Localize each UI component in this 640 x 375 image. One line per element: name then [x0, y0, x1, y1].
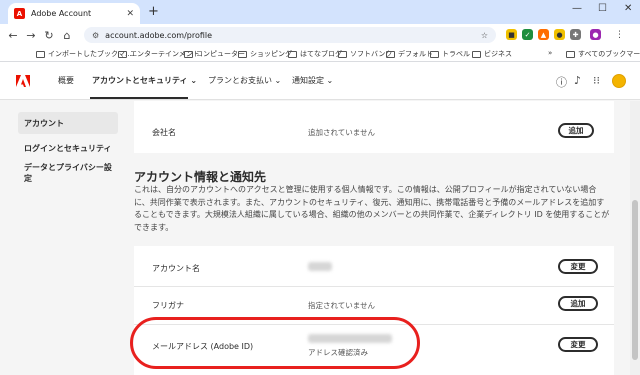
sidebar-item-login-security[interactable]: ログインとセキュリティ: [18, 137, 118, 159]
tab-close-icon[interactable]: ✕: [126, 9, 134, 19]
section-description: これは、自分のアカウントへのアクセスと管理に使用する個人情報です。この情報は、公…: [134, 185, 610, 232]
reload-icon[interactable]: ↻: [40, 29, 58, 42]
extension-3-icon[interactable]: ▲: [538, 29, 549, 40]
bookmarks-overflow[interactable]: »: [548, 49, 552, 57]
home-icon[interactable]: ⌂: [58, 29, 76, 42]
notification-bell-icon[interactable]: ♪: [574, 74, 581, 87]
new-tab-button[interactable]: +: [148, 4, 159, 19]
help-icon[interactable]: ⓘ: [556, 74, 567, 90]
sidebar-item-account[interactable]: アカウント: [18, 112, 118, 134]
nav-notifications-label: 通知設定: [292, 76, 324, 85]
bookmark-folder[interactable]: コンピューター: [184, 49, 245, 59]
furigana-value: 指定されていません: [308, 301, 376, 310]
bookmark-folder[interactable]: ソフトバンク: [338, 49, 392, 59]
red-highlight-annotation: [130, 317, 420, 369]
nav-plans-label: プランとお支払い: [208, 76, 272, 85]
bookmark-folder[interactable]: トラベル: [430, 49, 470, 59]
furigana-label: フリガナ: [152, 301, 184, 310]
active-nav-indicator: [90, 97, 188, 99]
maximize-icon[interactable]: ☐: [598, 3, 607, 14]
adobe-header: 概要 アカウントとセキュリティ ⌄ プランとお支払い ⌄ 通知設定 ⌄ ⓘ ♪ …: [0, 62, 640, 100]
folder-icon: [36, 50, 45, 58]
bookmark-folder[interactable]: ショッピング: [238, 49, 292, 59]
browser-menu-icon[interactable]: ⋮: [614, 29, 625, 40]
extension-4-icon[interactable]: ●: [554, 29, 565, 40]
account-name-redacted: [308, 262, 332, 271]
row-divider: [134, 286, 614, 287]
nav-overview[interactable]: 概要: [58, 75, 74, 86]
bookmark-folder[interactable]: はてなブログ: [288, 49, 342, 59]
folder-icon: [430, 50, 439, 58]
bookmark-star-icon[interactable]: ☆: [481, 31, 488, 40]
adobe-favicon-icon: A: [14, 8, 25, 19]
extensions-puzzle-icon[interactable]: ✚: [570, 29, 581, 40]
address-bar[interactable]: ⚙ account.adobe.com/profile ☆: [84, 27, 496, 43]
back-icon[interactable]: ←: [4, 29, 22, 42]
tab-title: Adobe Account: [31, 9, 92, 18]
company-value: 追加されていません: [308, 128, 376, 137]
adobe-logo-icon[interactable]: [16, 74, 30, 88]
nav-plans-billing[interactable]: プランとお支払い ⌄: [208, 75, 281, 86]
nav-account-security-label: アカウントとセキュリティ: [92, 76, 188, 85]
bookmark-folder[interactable]: デフォルト: [386, 49, 433, 59]
folder-icon: [288, 50, 297, 58]
sidebar-item-data-privacy[interactable]: データとプライバシー設定: [18, 162, 118, 184]
forward-icon[interactable]: →: [22, 29, 40, 42]
browser-toolbar: ← → ↻ ⌂ ⚙ account.adobe.com/profile ☆ ■ …: [0, 24, 640, 46]
change-email-button[interactable]: 変更: [558, 337, 598, 352]
browser-tabstrip: A Adobe Account ✕ + — ☐ ✕: [0, 0, 640, 24]
bookmarks-bar: インポートしたブックマ... エンターテインメント コンピューター ショッピング…: [0, 46, 640, 62]
minimize-icon[interactable]: —: [572, 3, 582, 14]
sidebar: アカウント ログインとセキュリティ データとプライバシー設定: [0, 101, 126, 375]
folder-icon: [386, 50, 395, 58]
tab-adobe-account[interactable]: A Adobe Account ✕: [8, 3, 140, 24]
folder-icon: [184, 50, 193, 58]
section-title: アカウント情報と通知先: [134, 170, 267, 184]
folder-icon: [238, 50, 247, 58]
folder-icon: [566, 50, 575, 58]
company-card: 会社名 追加されていません 追加: [134, 101, 614, 153]
folder-icon: [472, 50, 481, 58]
chevron-down-icon: ⌄: [190, 76, 198, 85]
profile-icon[interactable]: ●: [590, 29, 601, 40]
chevron-down-icon: ⌄: [274, 76, 282, 85]
extension-check-icon[interactable]: ✓: [522, 29, 533, 40]
site-info-icon[interactable]: ⚙: [92, 31, 99, 40]
url-text: account.adobe.com/profile: [105, 30, 213, 40]
add-company-button[interactable]: 追加: [558, 123, 594, 138]
company-label: 会社名: [152, 128, 176, 137]
folder-icon: [118, 50, 127, 58]
chevron-down-icon: ⌄: [326, 76, 334, 85]
account-name-label: アカウント名: [152, 264, 200, 273]
all-bookmarks[interactable]: すべてのブックマーク: [566, 49, 640, 59]
folder-icon: [338, 50, 347, 58]
close-window-icon[interactable]: ✕: [624, 3, 632, 14]
nav-notifications[interactable]: 通知設定 ⌄: [292, 75, 333, 86]
nav-account-security[interactable]: アカウントとセキュリティ ⌄: [92, 75, 197, 86]
extension-1-icon[interactable]: ■: [506, 29, 517, 40]
change-account-name-button[interactable]: 変更: [558, 259, 598, 274]
scrollbar-thumb[interactable]: [632, 200, 638, 360]
avatar[interactable]: [612, 74, 626, 88]
add-furigana-button[interactable]: 追加: [558, 296, 598, 311]
bookmark-folder[interactable]: ビジネス: [472, 49, 512, 59]
app-switcher-icon[interactable]: ⁝⁝: [593, 74, 600, 87]
